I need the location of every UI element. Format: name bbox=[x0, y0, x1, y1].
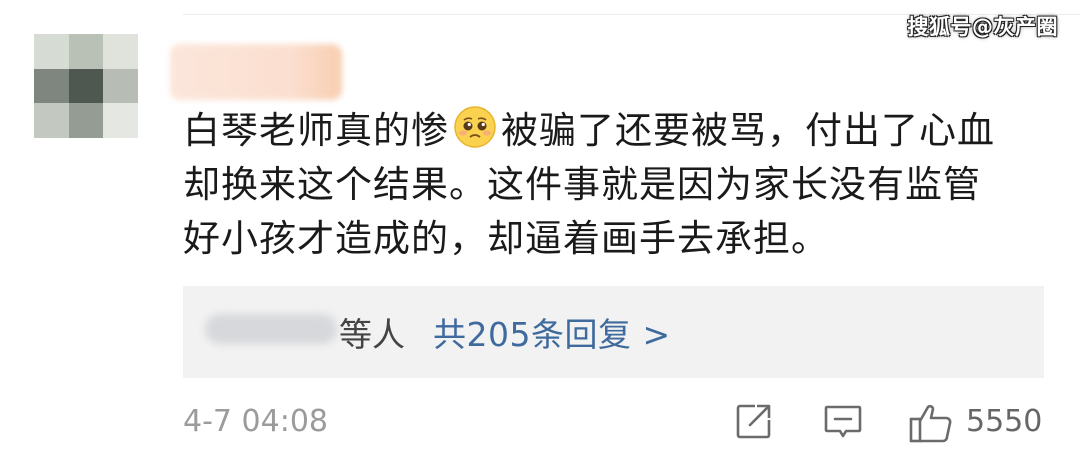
username[interactable] bbox=[170, 44, 342, 100]
share-icon bbox=[735, 404, 773, 444]
thumbs-up-icon bbox=[908, 404, 954, 448]
comment-line-1-end: 被骗了还要被骂，付出了心血 bbox=[501, 109, 995, 152]
like-count: 5550 bbox=[966, 404, 1043, 439]
like-button[interactable] bbox=[908, 402, 954, 448]
share-button[interactable] bbox=[735, 402, 773, 444]
comment-text: 白琴老师真的惨 被骗了还要被骂，付出了心血 却换来这个结果。这件事就是因为家长没… bbox=[183, 104, 1053, 266]
reply-names-suffix: 等人 bbox=[339, 315, 405, 354]
reply-summary[interactable]: 等人 共205条回复 > bbox=[183, 286, 1044, 378]
comment-icon bbox=[823, 405, 863, 446]
comment-line-1-start: 白琴老师真的惨 bbox=[183, 109, 449, 152]
comment-line-3: 好小孩才造成的，却逼着画手去承担。 bbox=[183, 217, 829, 260]
avatar[interactable] bbox=[34, 34, 138, 138]
comment-timestamp: 4-7 04:08 bbox=[183, 404, 328, 439]
pleading-face-icon bbox=[453, 105, 497, 149]
reply-button[interactable] bbox=[823, 402, 863, 446]
comment-line-2: 却换来这个结果。这件事就是因为家长没有监管 bbox=[183, 163, 981, 206]
reply-user-names[interactable] bbox=[205, 314, 337, 344]
watermark: 搜狐号@灰产圈 bbox=[907, 15, 1058, 39]
view-replies-link[interactable]: 共205条回复 > bbox=[433, 308, 671, 356]
comment-line-1: 白琴老师真的惨 被骗了还要被骂，付出了心血 bbox=[183, 104, 1053, 158]
